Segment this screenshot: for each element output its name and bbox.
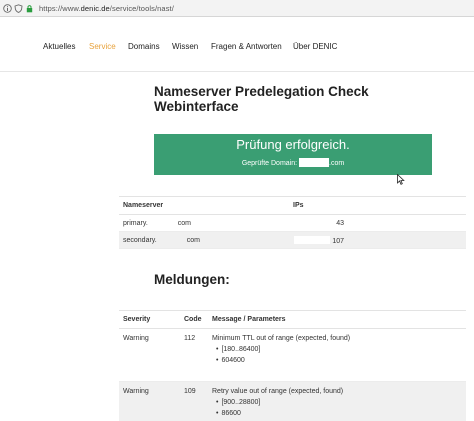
table-row: secondary. com 107 (119, 231, 466, 249)
message-text: Minimum TTL out of range (expected, foun… (208, 328, 466, 382)
nav-item-ueber-denic[interactable]: Über DENIC (293, 42, 337, 51)
result-headline: Prüfung erfolgreich. (236, 137, 350, 152)
column-header-code: Code (180, 310, 208, 329)
browser-url-bar[interactable]: https://www.denic.de/service/tools/nast/ (0, 0, 474, 17)
message-code: 112 (180, 328, 208, 382)
column-header-severity: Severity (119, 310, 180, 329)
nav-item-domains[interactable]: Domains (128, 42, 160, 51)
column-header-message: Message / Parameters (208, 310, 466, 329)
page-title: Nameserver Predelegation Check Webinterf… (154, 84, 369, 114)
column-header-ips: IPs (289, 196, 466, 215)
main-navigation: Aktuelles Service Domains Wissen Fragen … (0, 17, 474, 72)
message-parameter: 604600 (216, 355, 466, 366)
message-parameter: 86600 (216, 408, 466, 419)
nameserver-name: primary. com (119, 214, 289, 232)
nameserver-ip: 107 (289, 231, 466, 249)
table-row: Warning 112 Minimum TTL out of range (ex… (119, 328, 466, 382)
nameserver-table: Nameserver IPs primary. com 43 secondary.… (119, 196, 466, 249)
nav-item-fragen-antworten[interactable]: Fragen & Antworten (211, 42, 282, 51)
url-text[interactable]: https://www.denic.de/service/tools/nast/ (39, 4, 174, 13)
redacted-domain (299, 158, 330, 167)
message-severity: Warning (119, 328, 180, 382)
mouse-cursor-icon (397, 172, 405, 190)
message-parameter: [900..28800] (216, 397, 466, 408)
checked-domain: Geprüfte Domain: .com (241, 158, 345, 167)
nameserver-ip: 43 (289, 214, 466, 232)
message-code: 109 (180, 381, 208, 421)
table-row: Warning 109 Retry value out of range (ex… (119, 381, 466, 421)
message-parameter: [180..86400] (216, 344, 466, 355)
messages-table: Severity Code Message / Parameters Warni… (119, 310, 466, 421)
message-severity: Warning (119, 381, 180, 421)
column-header-nameserver: Nameserver (119, 196, 289, 215)
table-row: primary. com 43 (119, 214, 466, 232)
shield-icon[interactable] (14, 3, 23, 13)
lock-icon (25, 4, 34, 13)
info-icon[interactable] (3, 3, 12, 13)
messages-heading: Meldungen: (154, 272, 230, 287)
nameserver-name: secondary. com (119, 231, 289, 249)
message-text: Retry value out of range (expected, foun… (208, 381, 466, 421)
result-banner: Prüfung erfolgreich. Geprüfte Domain: .c… (154, 134, 432, 175)
nav-item-service[interactable]: Service (89, 42, 116, 51)
redacted-ip (294, 235, 331, 244)
nav-item-aktuelles[interactable]: Aktuelles (43, 42, 75, 51)
nav-item-wissen[interactable]: Wissen (172, 42, 198, 51)
